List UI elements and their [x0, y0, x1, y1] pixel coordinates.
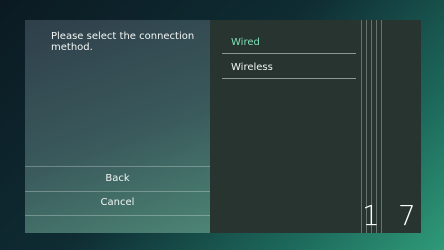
option-wired[interactable]: Wired	[231, 32, 356, 53]
page-total: 7	[398, 199, 416, 232]
divider	[25, 215, 210, 216]
option-divider	[222, 53, 356, 54]
option-divider	[222, 78, 356, 79]
page-current: 1	[362, 199, 380, 232]
left-panel: Please select the connection method. Bac…	[25, 20, 210, 233]
connection-dialog: Please select the connection method. Bac…	[25, 20, 421, 233]
option-wireless[interactable]: Wireless	[231, 57, 356, 78]
connection-prompt: Please select the connection method.	[51, 31, 195, 53]
cancel-button[interactable]: Cancel	[25, 191, 210, 215]
back-button[interactable]: Back	[25, 167, 210, 191]
options-panel: Wired Wireless 1 7	[210, 20, 421, 233]
